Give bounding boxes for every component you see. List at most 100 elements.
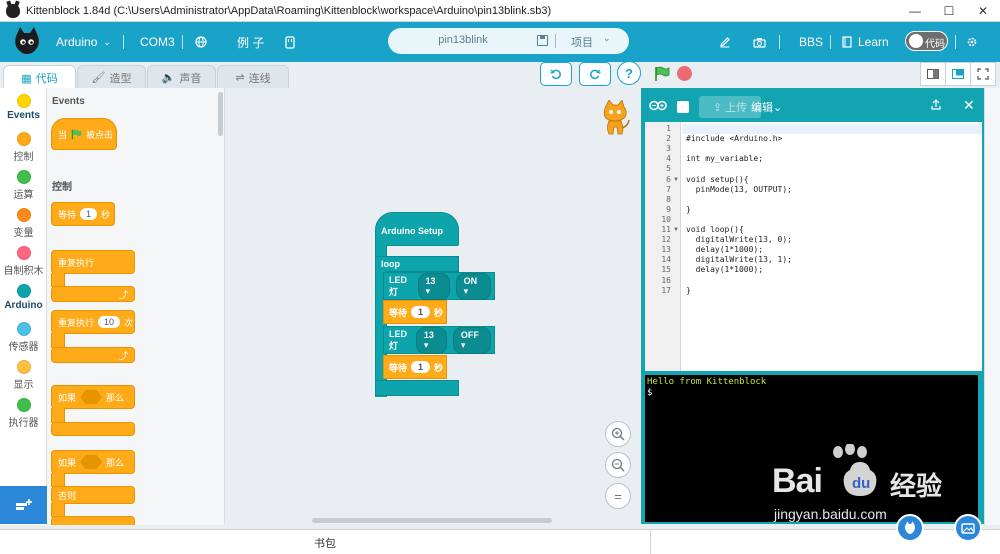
category-display[interactable]: 显示 — [0, 360, 47, 391]
code-line: } — [686, 285, 691, 295]
line-number: 6 — [666, 174, 671, 184]
else-section: 否则 — [51, 486, 135, 504]
palette-scrollbar[interactable] — [218, 92, 223, 136]
category-sensors[interactable]: 传感器 — [0, 322, 47, 353]
minimize-button[interactable]: — — [898, 0, 932, 22]
led-state-dropdown[interactable]: ON ▾ — [455, 272, 491, 300]
wait-seconds-input[interactable]: 1 — [80, 208, 98, 220]
help-button[interactable]: ? — [617, 61, 641, 85]
category-operators[interactable]: 运算 — [0, 170, 47, 201]
led-pin-dropdown[interactable]: 13 ▾ — [415, 326, 447, 354]
category-my-blocks[interactable]: 自制积木 — [0, 246, 47, 277]
tab-wiring[interactable]: ⇌ 连线 — [217, 65, 289, 89]
board-selector[interactable]: Arduino ⌄ — [56, 22, 111, 62]
title-bar: Kittenblock 1.84d (C:\Users\Administrato… — [0, 0, 1000, 22]
line-number: 16 — [661, 275, 671, 285]
speaker-icon: 🔈 — [161, 72, 176, 84]
code-line: delay(1*1000); — [686, 265, 764, 275]
if-else-block[interactable]: 如果 那么 — [51, 450, 135, 474]
export-icon[interactable] — [931, 99, 941, 113]
gear-icon[interactable] — [966, 22, 978, 62]
window-title: Kittenblock 1.84d (C:\Users\Administrato… — [26, 4, 552, 17]
tab-costumes[interactable]: 🖌 造型 — [77, 65, 146, 89]
menu-separator — [123, 35, 124, 49]
led-off-block[interactable]: LED灯 13 ▾ OFF ▾ — [383, 326, 495, 354]
undo-button[interactable] — [540, 62, 572, 86]
palette-heading-control: 控制 — [52, 182, 72, 193]
forever-block[interactable]: 重复执行 — [51, 250, 135, 274]
line-number: 7 — [666, 184, 671, 194]
green-flag-icon — [71, 129, 82, 139]
line-number: 5 — [666, 164, 671, 174]
fullscreen-button[interactable] — [970, 62, 996, 86]
loop-block[interactable]: loop — [375, 256, 459, 272]
led-state-dropdown[interactable]: OFF ▾ — [452, 326, 491, 354]
arduino-setup-block[interactable]: Arduino Setup — [375, 212, 459, 246]
maximize-button[interactable]: ☐ — [932, 0, 966, 22]
manual-edit-checkbox[interactable] — [677, 101, 689, 113]
camera-icon[interactable] — [753, 22, 766, 62]
tab-sounds[interactable]: 🔈 声音 — [147, 65, 216, 89]
condition-slot[interactable] — [80, 455, 103, 469]
close-button[interactable]: ✕ — [966, 0, 1000, 22]
backpack-button[interactable]: 书包 — [300, 535, 350, 551]
learn-link[interactable]: Learn — [842, 22, 889, 62]
fold-arrow-icon[interactable]: ▼ — [673, 227, 679, 233]
project-separator — [555, 34, 556, 48]
tab-code[interactable]: ▦ 代码 — [3, 65, 76, 90]
edit-menu[interactable]: 编辑⌄ — [751, 99, 782, 115]
category-control[interactable]: 控制 — [0, 132, 47, 163]
save-icon[interactable] — [537, 35, 548, 46]
bbs-link[interactable]: BBS — [799, 22, 823, 62]
kittenblock-logo-icon[interactable] — [12, 26, 42, 56]
globe-icon[interactable] — [195, 22, 207, 62]
forever-block-arm — [51, 273, 65, 287]
category-actuators[interactable]: 执行器 — [0, 398, 47, 429]
repeat-block[interactable]: 重复执行 10 次 — [51, 310, 135, 334]
category-variables[interactable]: 变量 — [0, 208, 47, 239]
script-workspace[interactable]: Arduino Setup loop LED灯 13 ▾ ON ▾ 等待 1 秒… — [226, 88, 644, 525]
code-line: void setup(){ — [686, 174, 749, 184]
led-on-block[interactable]: LED灯 13 ▾ ON ▾ — [383, 272, 495, 300]
sd-card-icon[interactable] — [285, 22, 295, 62]
project-name-input[interactable]: pin13blink — [408, 34, 518, 46]
zoom-out-button[interactable] — [605, 452, 631, 478]
wait-block[interactable]: 等待 1 秒 — [383, 355, 447, 379]
code-view-toggle[interactable]: 代码 — [905, 31, 948, 51]
if-then-block[interactable]: 如果 那么 — [51, 385, 135, 409]
large-stage-button[interactable] — [945, 62, 971, 86]
line-number: 11 — [661, 225, 671, 234]
category-dot — [16, 360, 31, 374]
zoom-reset-button[interactable]: = — [605, 483, 631, 509]
small-stage-button[interactable] — [920, 62, 946, 86]
line-number: 4 — [666, 154, 671, 164]
close-icon[interactable]: ✕ — [963, 97, 975, 114]
wait-seconds-input[interactable]: 1 — [411, 361, 431, 373]
wait-block[interactable]: 等待 1 秒 — [51, 202, 115, 226]
line-number: 1 — [666, 124, 671, 133]
block-palette: Events 当 被点击 控制 等待 1 秒 重复执行 ⤴ 重复执行 10 次 … — [47, 88, 225, 525]
menu-separator — [779, 35, 780, 49]
terminal-prompt: $ — [647, 388, 653, 398]
code-editor[interactable]: 1 2 3 4 5 6 ▼ 7 8 9 10 11 ▼ 12 13 14 15 16 17 #include <Ar… — [645, 122, 982, 371]
repeat-count-input[interactable]: 10 — [98, 316, 121, 328]
zoom-in-button[interactable] — [605, 421, 631, 447]
loop-arrow-icon: ⤴ — [118, 350, 128, 361]
fold-arrow-icon[interactable]: ▼ — [673, 177, 679, 183]
stop-button[interactable] — [677, 66, 692, 81]
redo-button[interactable] — [579, 62, 611, 86]
category-events[interactable]: Events — [0, 94, 47, 121]
category-arduino[interactable]: Arduino — [0, 284, 47, 311]
add-extension-button[interactable] — [0, 486, 47, 524]
project-menu[interactable]: 项目 — [571, 34, 593, 50]
workspace-scrollbar[interactable] — [312, 518, 552, 523]
wait-block[interactable]: 等待 1 秒 — [383, 300, 447, 324]
when-flag-clicked-block[interactable]: 当 被点击 — [51, 118, 117, 150]
wait-seconds-input[interactable]: 1 — [411, 306, 431, 318]
port-selector[interactable]: COM3 — [140, 22, 175, 62]
pencil-icon[interactable] — [719, 22, 731, 62]
condition-slot[interactable] — [80, 390, 103, 404]
green-flag-icon[interactable] — [654, 66, 670, 82]
led-pin-dropdown[interactable]: 13 ▾ — [417, 272, 450, 300]
examples-menu[interactable]: 例 子 — [237, 22, 264, 62]
